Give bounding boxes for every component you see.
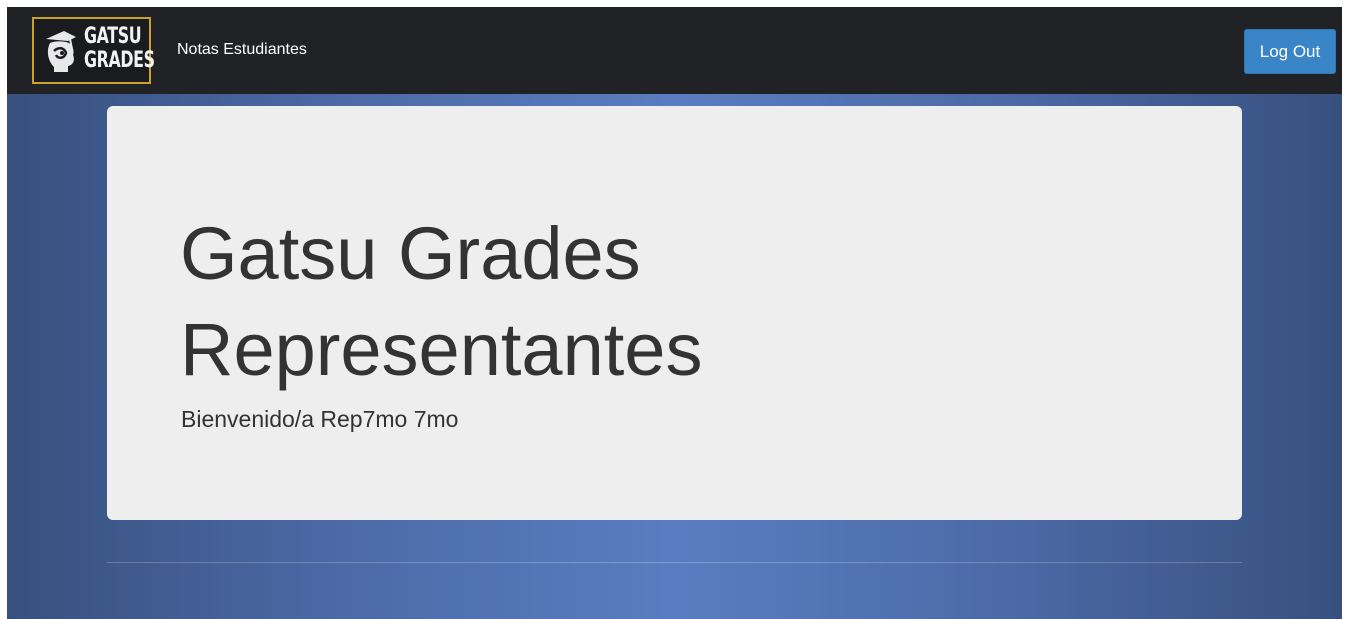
app-window: GATSU GRADES Notas Estudiantes Log Out G… [7,7,1342,619]
student-head-icon [46,31,76,72]
top-navbar: GATSU GRADES Notas Estudiantes Log Out [7,7,1342,94]
welcome-message: Bienvenido/a Rep7mo 7mo [181,406,459,432]
section-divider [107,562,1242,563]
logo-wordmark: GATSU GRADES [84,24,155,73]
gatsu-grades-logo[interactable]: GATSU GRADES [32,17,155,84]
nav-link-notas-estudiantes[interactable]: Notas Estudiantes [177,41,307,59]
logo-line-2: GRADES [84,48,155,73]
welcome-jumbotron: Gatsu Grades Representantes Bienvenido/a… [107,106,1242,520]
page-title-line-1: Gatsu Grades [180,212,641,295]
logo-line-1: GATSU [84,24,142,49]
page-title: Gatsu Grades Representantes [180,206,702,398]
logout-button[interactable]: Log Out [1244,29,1336,74]
page-title-line-2: Representantes [180,308,703,391]
